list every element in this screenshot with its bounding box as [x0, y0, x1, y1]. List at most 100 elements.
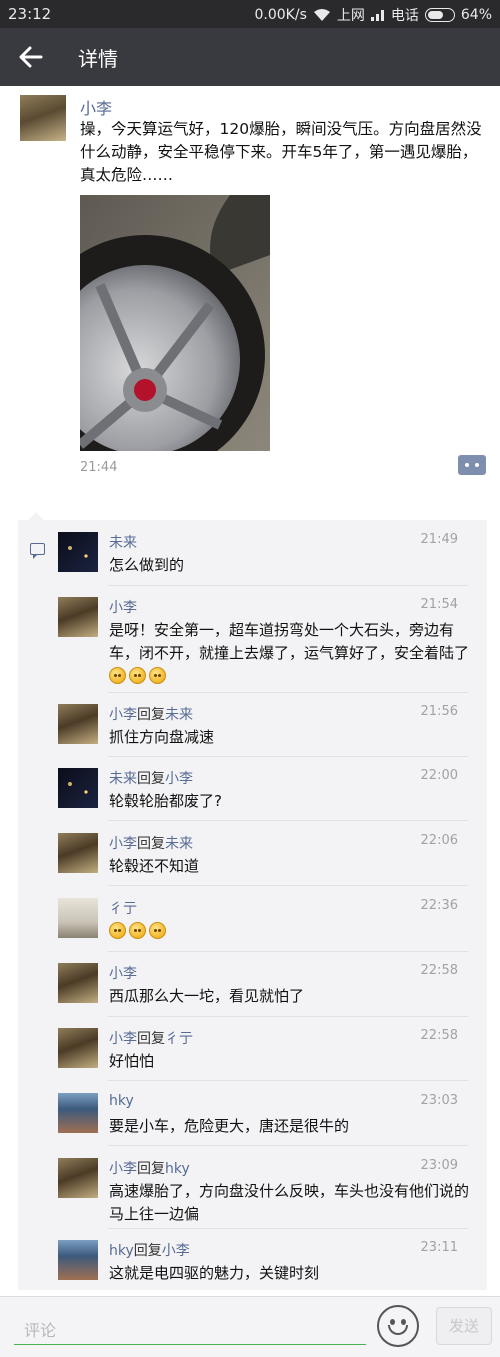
comment-time: 22:36 — [420, 898, 458, 913]
comment-divider — [108, 885, 468, 886]
comment-time: 22:06 — [420, 833, 458, 848]
comment-icon — [30, 543, 45, 559]
comment-divider — [108, 1145, 468, 1146]
post-author-name[interactable]: 小李 — [80, 95, 112, 119]
comment-divider — [108, 756, 468, 757]
reply-word: 回复 — [137, 1031, 165, 1047]
commenter-avatar[interactable] — [58, 532, 98, 572]
commenter-name-text[interactable]: 小李 — [109, 1161, 137, 1177]
commenter-avatar[interactable] — [58, 1093, 98, 1133]
battery-icon — [424, 8, 455, 22]
post-photo[interactable] — [80, 195, 270, 451]
signal-icon — [370, 10, 384, 21]
commenter-name[interactable]: 未来回复小李 — [109, 768, 193, 788]
back-arrow-icon — [19, 46, 43, 68]
comment-text: 抓住方向盘减速 — [109, 726, 474, 749]
reply-target-name[interactable]: 彳亍 — [165, 1031, 193, 1047]
post-time: 21:44 — [80, 460, 118, 475]
emoji-face-icon — [129, 667, 146, 684]
emoji-icon[interactable] — [377, 1305, 419, 1347]
commenter-name[interactable]: 小李回复hky — [109, 1158, 190, 1178]
commenter-name[interactable]: hky — [109, 1093, 134, 1109]
commenter-name-text[interactable]: 彳亍 — [109, 901, 137, 917]
commenter-avatar[interactable] — [58, 1028, 98, 1068]
commenter-name[interactable]: 小李 — [109, 597, 137, 617]
comment-divider — [108, 1228, 468, 1229]
comment-time: 22:58 — [420, 963, 458, 978]
carrier-data-label: 上网 — [336, 8, 365, 24]
commenter-name[interactable]: 小李回复未来 — [109, 833, 193, 853]
comment-text-content: 怎么做到的 — [109, 556, 185, 574]
comment-like-menu-button[interactable] — [458, 455, 486, 475]
reply-word: 回复 — [133, 1243, 162, 1259]
comment-divider — [108, 820, 468, 821]
reply-word: 回复 — [137, 771, 165, 787]
page-title: 详情 — [78, 47, 118, 71]
commenter-name-text[interactable]: hky — [109, 1093, 134, 1109]
commenter-avatar[interactable] — [58, 704, 98, 744]
comment-divider — [108, 1016, 468, 1017]
comment-text: 轮毂轮胎都废了? — [109, 790, 474, 813]
commenter-name-text[interactable]: 小李 — [109, 707, 137, 723]
comment-input-bar: 评论 发送 — [0, 1296, 500, 1357]
comment-divider — [108, 585, 468, 586]
commenter-name[interactable]: 彳亍 — [109, 898, 137, 918]
emoji-face-icon — [129, 922, 146, 939]
status-bar: 23:12 0.00K/s 上网 电话 64% — [0, 0, 500, 28]
emoji-face-icon — [109, 922, 126, 939]
reply-word: 回复 — [137, 836, 165, 852]
reply-target-name[interactable]: 未来 — [165, 836, 193, 852]
comment-text-content: 是呀！安全第一，超车道拐弯处一个大石头，旁边有车，闭不开，就撞上去爆了，运气算好… — [109, 621, 470, 662]
commenter-name-text[interactable]: 小李 — [109, 1031, 137, 1047]
comment-time: 23:03 — [420, 1093, 458, 1108]
comment-input[interactable]: 评论 — [14, 1309, 366, 1345]
comment-time: 21:56 — [420, 704, 458, 719]
battery-percent: 64% — [460, 7, 492, 23]
comment-text: 怎么做到的 — [109, 554, 474, 577]
commenter-name-text[interactable]: hky — [109, 1243, 134, 1259]
comment-text-content: 好怕怕 — [109, 1052, 155, 1070]
reply-target-name[interactable]: hky — [165, 1161, 190, 1177]
comment-text-content: 这就是电四驱的魅力，关键时刻 — [109, 1264, 320, 1282]
comment-text: 要是小车，危险更大，唐还是很牛的 — [109, 1115, 474, 1138]
back-button[interactable] — [14, 40, 48, 74]
comment-text: 西瓜那么大一坨，看见就怕了 — [109, 985, 474, 1008]
commenter-name[interactable]: hky回复小李 — [109, 1240, 190, 1260]
panel-arrow — [28, 512, 44, 520]
status-right: 0.00K/s 上网 电话 64% — [255, 5, 493, 25]
reply-target-name[interactable]: 小李 — [165, 771, 193, 787]
post-author-avatar[interactable] — [20, 95, 66, 141]
comment-divider — [108, 1080, 468, 1081]
comment-text: 好怕怕 — [109, 1050, 474, 1073]
comment-text: 这就是电四驱的魅力，关键时刻 — [109, 1262, 474, 1285]
reply-word: 回复 — [137, 707, 165, 723]
reply-target-name[interactable]: 未来 — [165, 707, 193, 723]
commenter-avatar[interactable] — [58, 1240, 98, 1280]
commenter-avatar[interactable] — [58, 768, 98, 808]
commenter-name-text[interactable]: 小李 — [109, 966, 137, 982]
comment-time: 21:49 — [420, 532, 458, 547]
reply-target-name[interactable]: 小李 — [162, 1243, 190, 1259]
comment-text-content: 抓住方向盘减速 — [109, 728, 215, 746]
comment-divider — [108, 951, 468, 952]
emoji-face-icon — [149, 667, 166, 684]
comment-text-content: 高速爆胎了，方向盘没什么反映，车头也没有他们说的马上往一边偏 — [109, 1182, 470, 1223]
commenter-name[interactable]: 小李 — [109, 963, 137, 983]
commenter-name[interactable]: 小李回复彳亍 — [109, 1028, 193, 1048]
send-button[interactable]: 发送 — [436, 1307, 492, 1345]
status-time: 23:12 — [8, 5, 52, 23]
commenter-avatar[interactable] — [58, 833, 98, 873]
commenter-name-text[interactable]: 未来 — [109, 535, 137, 551]
commenter-avatar[interactable] — [58, 597, 98, 637]
commenter-avatar[interactable] — [58, 963, 98, 1003]
commenter-name-text[interactable]: 小李 — [109, 600, 137, 616]
commenter-avatar[interactable] — [58, 898, 98, 938]
title-bar: 详情 — [0, 28, 500, 86]
commenter-name[interactable]: 未来 — [109, 532, 137, 552]
emoji-face-icon — [109, 667, 126, 684]
commenter-avatar[interactable] — [58, 1158, 98, 1198]
post-text: 操，今天算运气好，120爆胎，瞬间没气压。方向盘居然没什么动静，安全平稳停下来。… — [80, 120, 482, 184]
commenter-name-text[interactable]: 未来 — [109, 771, 137, 787]
commenter-name-text[interactable]: 小李 — [109, 836, 137, 852]
commenter-name[interactable]: 小李回复未来 — [109, 704, 193, 724]
